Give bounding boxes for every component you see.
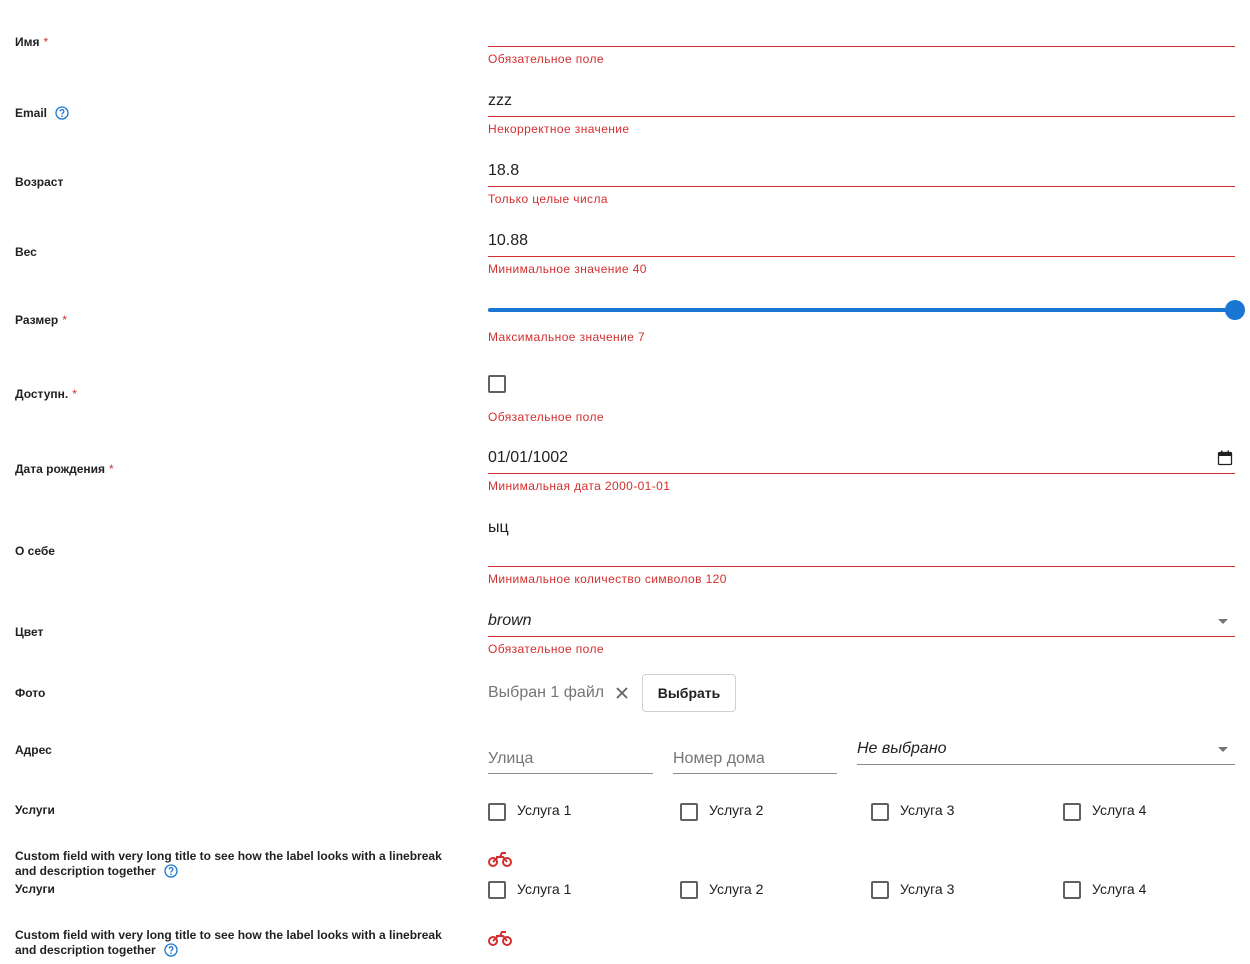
available-error: Обязательное поле — [488, 410, 604, 424]
street-placeholder: Улица — [488, 750, 534, 767]
weight-error: Минимальное значение 40 — [488, 262, 647, 276]
color-label: Цвет — [15, 625, 44, 639]
service-2-label: Услуга 2 — [709, 881, 764, 897]
age-value[interactable]: 18.8 — [488, 161, 519, 181]
required-mark: * — [43, 35, 49, 49]
birthdate-error: Минимальная дата 2000-01-01 — [488, 479, 671, 493]
weight-value[interactable]: 10.88 — [488, 231, 528, 251]
about-label: О себе — [15, 544, 55, 558]
weight-input[interactable] — [488, 256, 1235, 257]
service-1-label: Услуга 1 — [517, 881, 572, 897]
service-3-label: Услуга 3 — [900, 802, 955, 818]
age-input[interactable] — [488, 186, 1235, 187]
service-2-checkbox[interactable] — [680, 881, 698, 899]
service-2-checkbox[interactable] — [680, 803, 698, 821]
required-mark: * — [109, 462, 114, 476]
available-label: Доступн. * — [15, 387, 77, 401]
choose-file-button[interactable]: Выбрать — [642, 674, 736, 712]
photo-label: Фото — [15, 686, 46, 700]
required-mark: * — [62, 313, 67, 327]
services-label: Услуги — [15, 882, 55, 896]
service-3-checkbox[interactable] — [871, 881, 889, 899]
size-error: Максимальное значение 7 — [488, 330, 646, 344]
service-4-checkbox[interactable] — [1063, 881, 1081, 899]
help-icon[interactable] — [164, 943, 178, 961]
email-error: Некорректное значение — [488, 122, 630, 136]
motorbike-icon[interactable] — [488, 849, 512, 874]
birthdate-input[interactable] — [488, 473, 1235, 474]
name-input[interactable] — [488, 46, 1235, 47]
birthdate-label: Дата рождения * — [15, 462, 114, 476]
size-slider-track[interactable] — [488, 300, 1245, 320]
size-label: Размер * — [15, 313, 67, 327]
name-label: Имя * — [15, 35, 49, 49]
custom-field-label: Custom field with very long title to see… — [15, 928, 455, 961]
name-error: Обязательное поле — [488, 52, 604, 66]
address-label: Адрес — [15, 743, 52, 757]
chevron-down-icon[interactable] — [1218, 747, 1228, 752]
service-3-label: Услуга 3 — [900, 881, 955, 897]
service-4-label: Услуга 4 — [1092, 881, 1147, 897]
service-2-label: Услуга 2 — [709, 802, 764, 818]
calendar-icon[interactable] — [1217, 450, 1233, 471]
service-4-checkbox[interactable] — [1063, 803, 1081, 821]
motorbike-icon[interactable] — [488, 928, 512, 953]
street-input[interactable] — [488, 773, 653, 774]
address-select-value[interactable]: Не выбрано — [857, 739, 947, 759]
required-mark: * — [72, 387, 77, 401]
weight-label: Вес — [15, 245, 37, 259]
custom-field-label: Custom field with very long title to see… — [15, 849, 455, 882]
email-label: Email — [15, 106, 455, 124]
size-slider-fill — [488, 308, 1235, 312]
about-textarea[interactable] — [488, 566, 1235, 567]
email-input[interactable] — [488, 116, 1235, 117]
color-select[interactable] — [488, 636, 1235, 637]
age-error: Только целые числа — [488, 192, 608, 206]
help-icon[interactable] — [164, 864, 178, 882]
service-1-checkbox[interactable] — [488, 881, 506, 899]
services-label: Услуги — [15, 803, 55, 817]
size-slider-thumb[interactable] — [1225, 300, 1245, 320]
house-placeholder: Номер дома — [673, 750, 765, 767]
about-error: Минимальное количество символов 120 — [488, 572, 727, 586]
photo-status: Выбран 1 файл — [488, 684, 605, 701]
color-error: Обязательное поле — [488, 642, 604, 656]
age-label: Возраст — [15, 175, 64, 189]
service-3-checkbox[interactable] — [871, 803, 889, 821]
service-1-label: Услуга 1 — [517, 802, 572, 818]
help-icon[interactable] — [55, 106, 70, 124]
about-value[interactable]: ыц — [488, 518, 509, 538]
service-4-label: Услуга 4 — [1092, 802, 1147, 818]
available-checkbox[interactable] — [488, 375, 506, 393]
house-number-input[interactable] — [673, 773, 837, 774]
birthdate-value[interactable]: 01/01/1002 — [488, 448, 568, 468]
chevron-down-icon[interactable] — [1218, 619, 1228, 624]
service-1-checkbox[interactable] — [488, 803, 506, 821]
address-select[interactable] — [857, 764, 1235, 765]
email-value[interactable]: zzz — [488, 91, 512, 111]
close-icon[interactable] — [615, 686, 629, 705]
color-select-value[interactable]: brown — [488, 611, 532, 631]
